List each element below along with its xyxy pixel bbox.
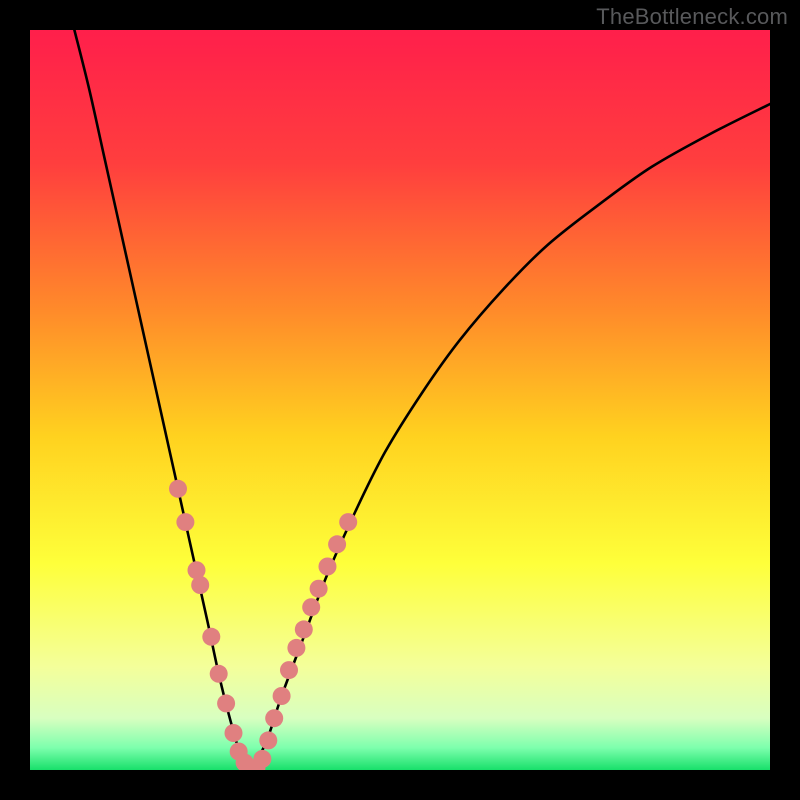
highlight-dot bbox=[191, 576, 209, 594]
highlight-dot bbox=[253, 750, 271, 768]
highlight-dot bbox=[310, 580, 328, 598]
highlight-dot bbox=[176, 513, 194, 531]
plot-area bbox=[30, 30, 770, 770]
highlight-dot bbox=[302, 598, 320, 616]
highlight-dot bbox=[217, 694, 235, 712]
highlight-dot bbox=[280, 661, 298, 679]
highlight-dot bbox=[202, 628, 220, 646]
watermark-text: TheBottleneck.com bbox=[596, 4, 788, 30]
highlight-dot bbox=[273, 687, 291, 705]
highlight-dot bbox=[318, 558, 336, 576]
dot-layer bbox=[30, 30, 770, 770]
highlight-dot bbox=[339, 513, 357, 531]
highlight-dot bbox=[287, 639, 305, 657]
highlight-dot bbox=[295, 620, 313, 638]
highlight-dot bbox=[328, 535, 346, 553]
highlight-dot bbox=[225, 724, 243, 742]
highlight-dot bbox=[169, 480, 187, 498]
highlight-dot bbox=[265, 709, 283, 727]
highlight-dot bbox=[210, 665, 228, 683]
chart-stage: TheBottleneck.com bbox=[0, 0, 800, 800]
highlight-dot bbox=[259, 731, 277, 749]
